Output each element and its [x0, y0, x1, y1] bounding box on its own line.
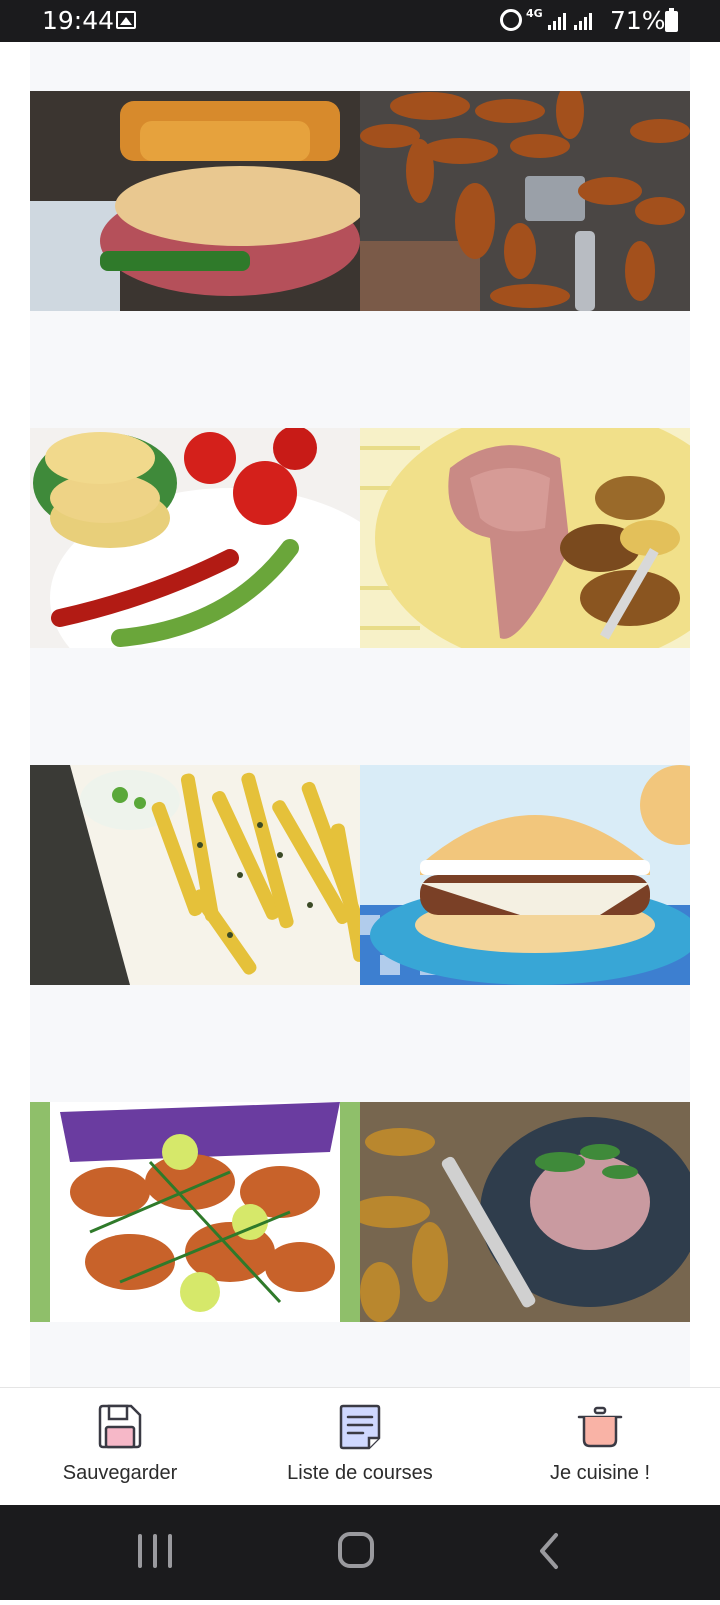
battery-icon — [665, 8, 678, 32]
back-button[interactable] — [498, 1505, 618, 1600]
tartare-wedges-photo — [360, 1102, 690, 1322]
shopping-list-button[interactable]: Liste de courses — [240, 1388, 480, 1506]
save-label: Sauvegarder — [62, 1462, 178, 1484]
back-icon — [540, 1533, 558, 1569]
potato-stack-tomatoes-photo — [30, 428, 360, 648]
home-button[interactable] — [297, 1505, 417, 1600]
status-bar: 19:44 4G 71% — [0, 0, 720, 42]
recipe-photo-4[interactable] — [360, 428, 690, 648]
recipe-grid — [30, 42, 690, 1387]
recipe-photo-3[interactable] — [30, 428, 360, 648]
cooking-pot-icon — [577, 1406, 623, 1448]
rack-of-lamb-potatoes-photo — [360, 428, 690, 648]
herb-fries-dip-photo — [30, 765, 360, 985]
alarm-icon — [500, 9, 522, 31]
recipe-photo-7[interactable] — [30, 1102, 360, 1322]
signal-icon-2 — [574, 12, 594, 30]
signal-icon — [548, 12, 568, 30]
status-time: 19:44 — [42, 6, 115, 35]
recipe-photo-8[interactable] — [360, 1102, 690, 1322]
cook-label: Je cuisine ! — [549, 1462, 651, 1484]
home-icon — [338, 1532, 374, 1568]
cheeseburger-photo — [360, 765, 690, 985]
recent-apps-icon — [138, 1534, 172, 1568]
grilled-prawns-photo — [30, 1102, 360, 1322]
burger-baguette-photo — [30, 91, 360, 311]
recipe-photo-6[interactable] — [360, 765, 690, 985]
recipe-photo-1[interactable] — [30, 91, 360, 311]
image-notification-icon — [116, 11, 136, 29]
network-type: 4G — [526, 7, 543, 20]
shopping-list-icon — [339, 1404, 381, 1450]
recent-apps-button[interactable] — [95, 1505, 215, 1600]
recipe-photo-2[interactable] — [360, 91, 690, 311]
floppy-disk-icon — [98, 1404, 142, 1449]
spiced-potato-wedges-photo — [360, 91, 690, 311]
cook-button[interactable]: Je cuisine ! — [480, 1388, 720, 1506]
system-nav-bar — [0, 1505, 720, 1600]
recipe-photo-5[interactable] — [30, 765, 360, 985]
battery-percent: 71% — [610, 6, 666, 35]
save-button[interactable]: Sauvegarder — [0, 1388, 240, 1506]
bottom-action-bar: Sauvegarder Liste de courses Je cuisine … — [0, 1387, 720, 1505]
shopping-list-label: Liste de courses — [287, 1462, 433, 1484]
